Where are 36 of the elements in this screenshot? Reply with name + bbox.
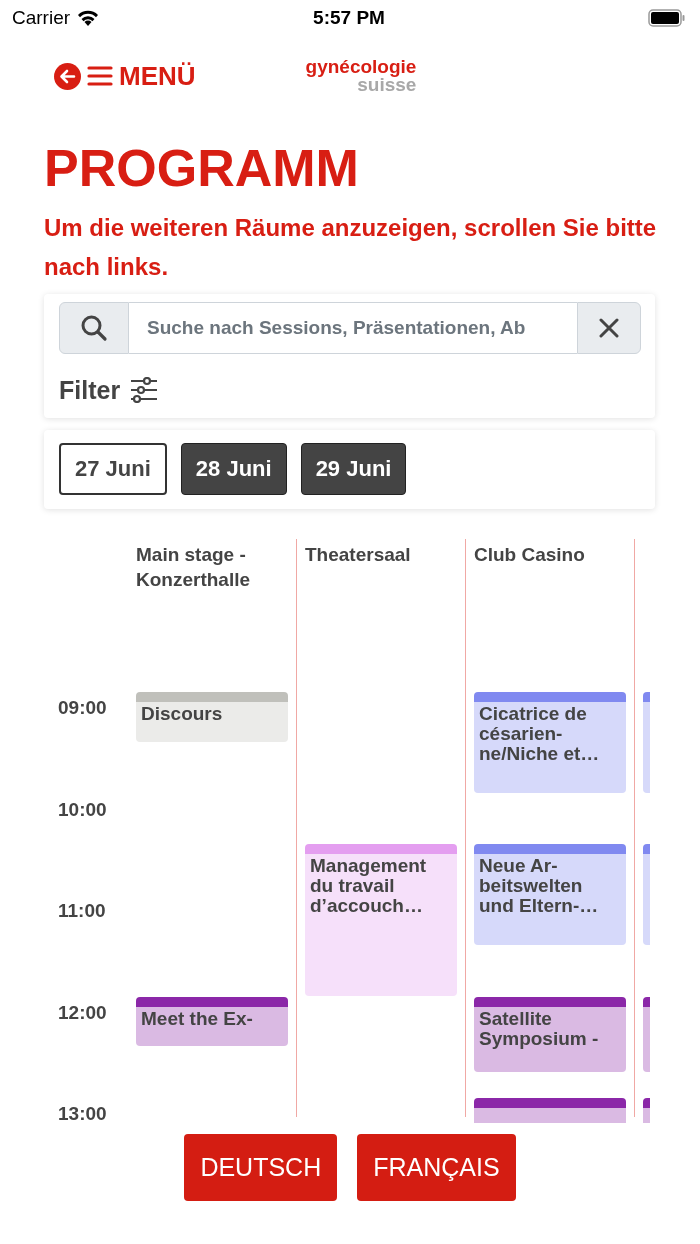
battery-icon	[648, 9, 686, 27]
language-button[interactable]: FRANÇAIS	[357, 1134, 516, 1201]
language-button[interactable]: DEUTSCH	[184, 1134, 338, 1201]
back-icon[interactable]	[54, 62, 81, 90]
clock-time: 5:57 PM	[312, 7, 386, 29]
time-label: 11:00	[58, 900, 106, 922]
room-header: Main stage - Konzerthalle	[136, 543, 252, 592]
menu-button[interactable]: MENÜ	[87, 60, 196, 92]
wifi-icon	[76, 9, 101, 27]
date-tab[interactable]: 28 Juni	[180, 443, 287, 495]
close-icon	[599, 318, 619, 338]
clear-button[interactable]	[577, 302, 641, 354]
session-card[interactable]: Satellite Symposium -	[474, 996, 626, 1072]
room-header: Theatersaal	[305, 543, 412, 567]
search-field[interactable]: Suche nach Sessions, Präsentationen, Ab	[129, 302, 577, 354]
logo-text: gynécologie	[305, 58, 417, 76]
room-header: Club Casino	[474, 543, 586, 567]
filter-label[interactable]: Filter	[59, 375, 121, 405]
sliders-icon[interactable]	[130, 377, 159, 403]
carrier-label: Carrier	[12, 7, 71, 29]
search-icon	[80, 314, 108, 342]
session-card[interactable]: Management du travail d’accouch…	[305, 844, 457, 996]
time-label: 10:00	[58, 798, 107, 821]
time-label: 12:00	[58, 1001, 107, 1024]
time-label: 13:00	[58, 1103, 107, 1123]
page-title: PROGRAMM	[44, 138, 360, 199]
date-tab[interactable]: 29 Juni	[300, 443, 407, 495]
date-tab[interactable]: 27 Juni	[59, 443, 167, 495]
menu-icon	[87, 65, 113, 87]
session-card[interactable]: Neue Ar-beitswelten und Eltern-…	[474, 844, 626, 945]
scroll-hint: Um die weiteren Räume anzuzeigen, scrollen Sie bitte nach links.	[44, 213, 658, 282]
session-card[interactable]: Cicatrice de césarien-ne/Niche et…	[474, 692, 626, 793]
session-card[interactable]: Discours	[136, 692, 288, 742]
time-label: 09:00	[58, 697, 107, 719]
logo-subtext: suisse	[357, 76, 417, 94]
session-card[interactable]: Meet the Ex-	[136, 996, 288, 1047]
